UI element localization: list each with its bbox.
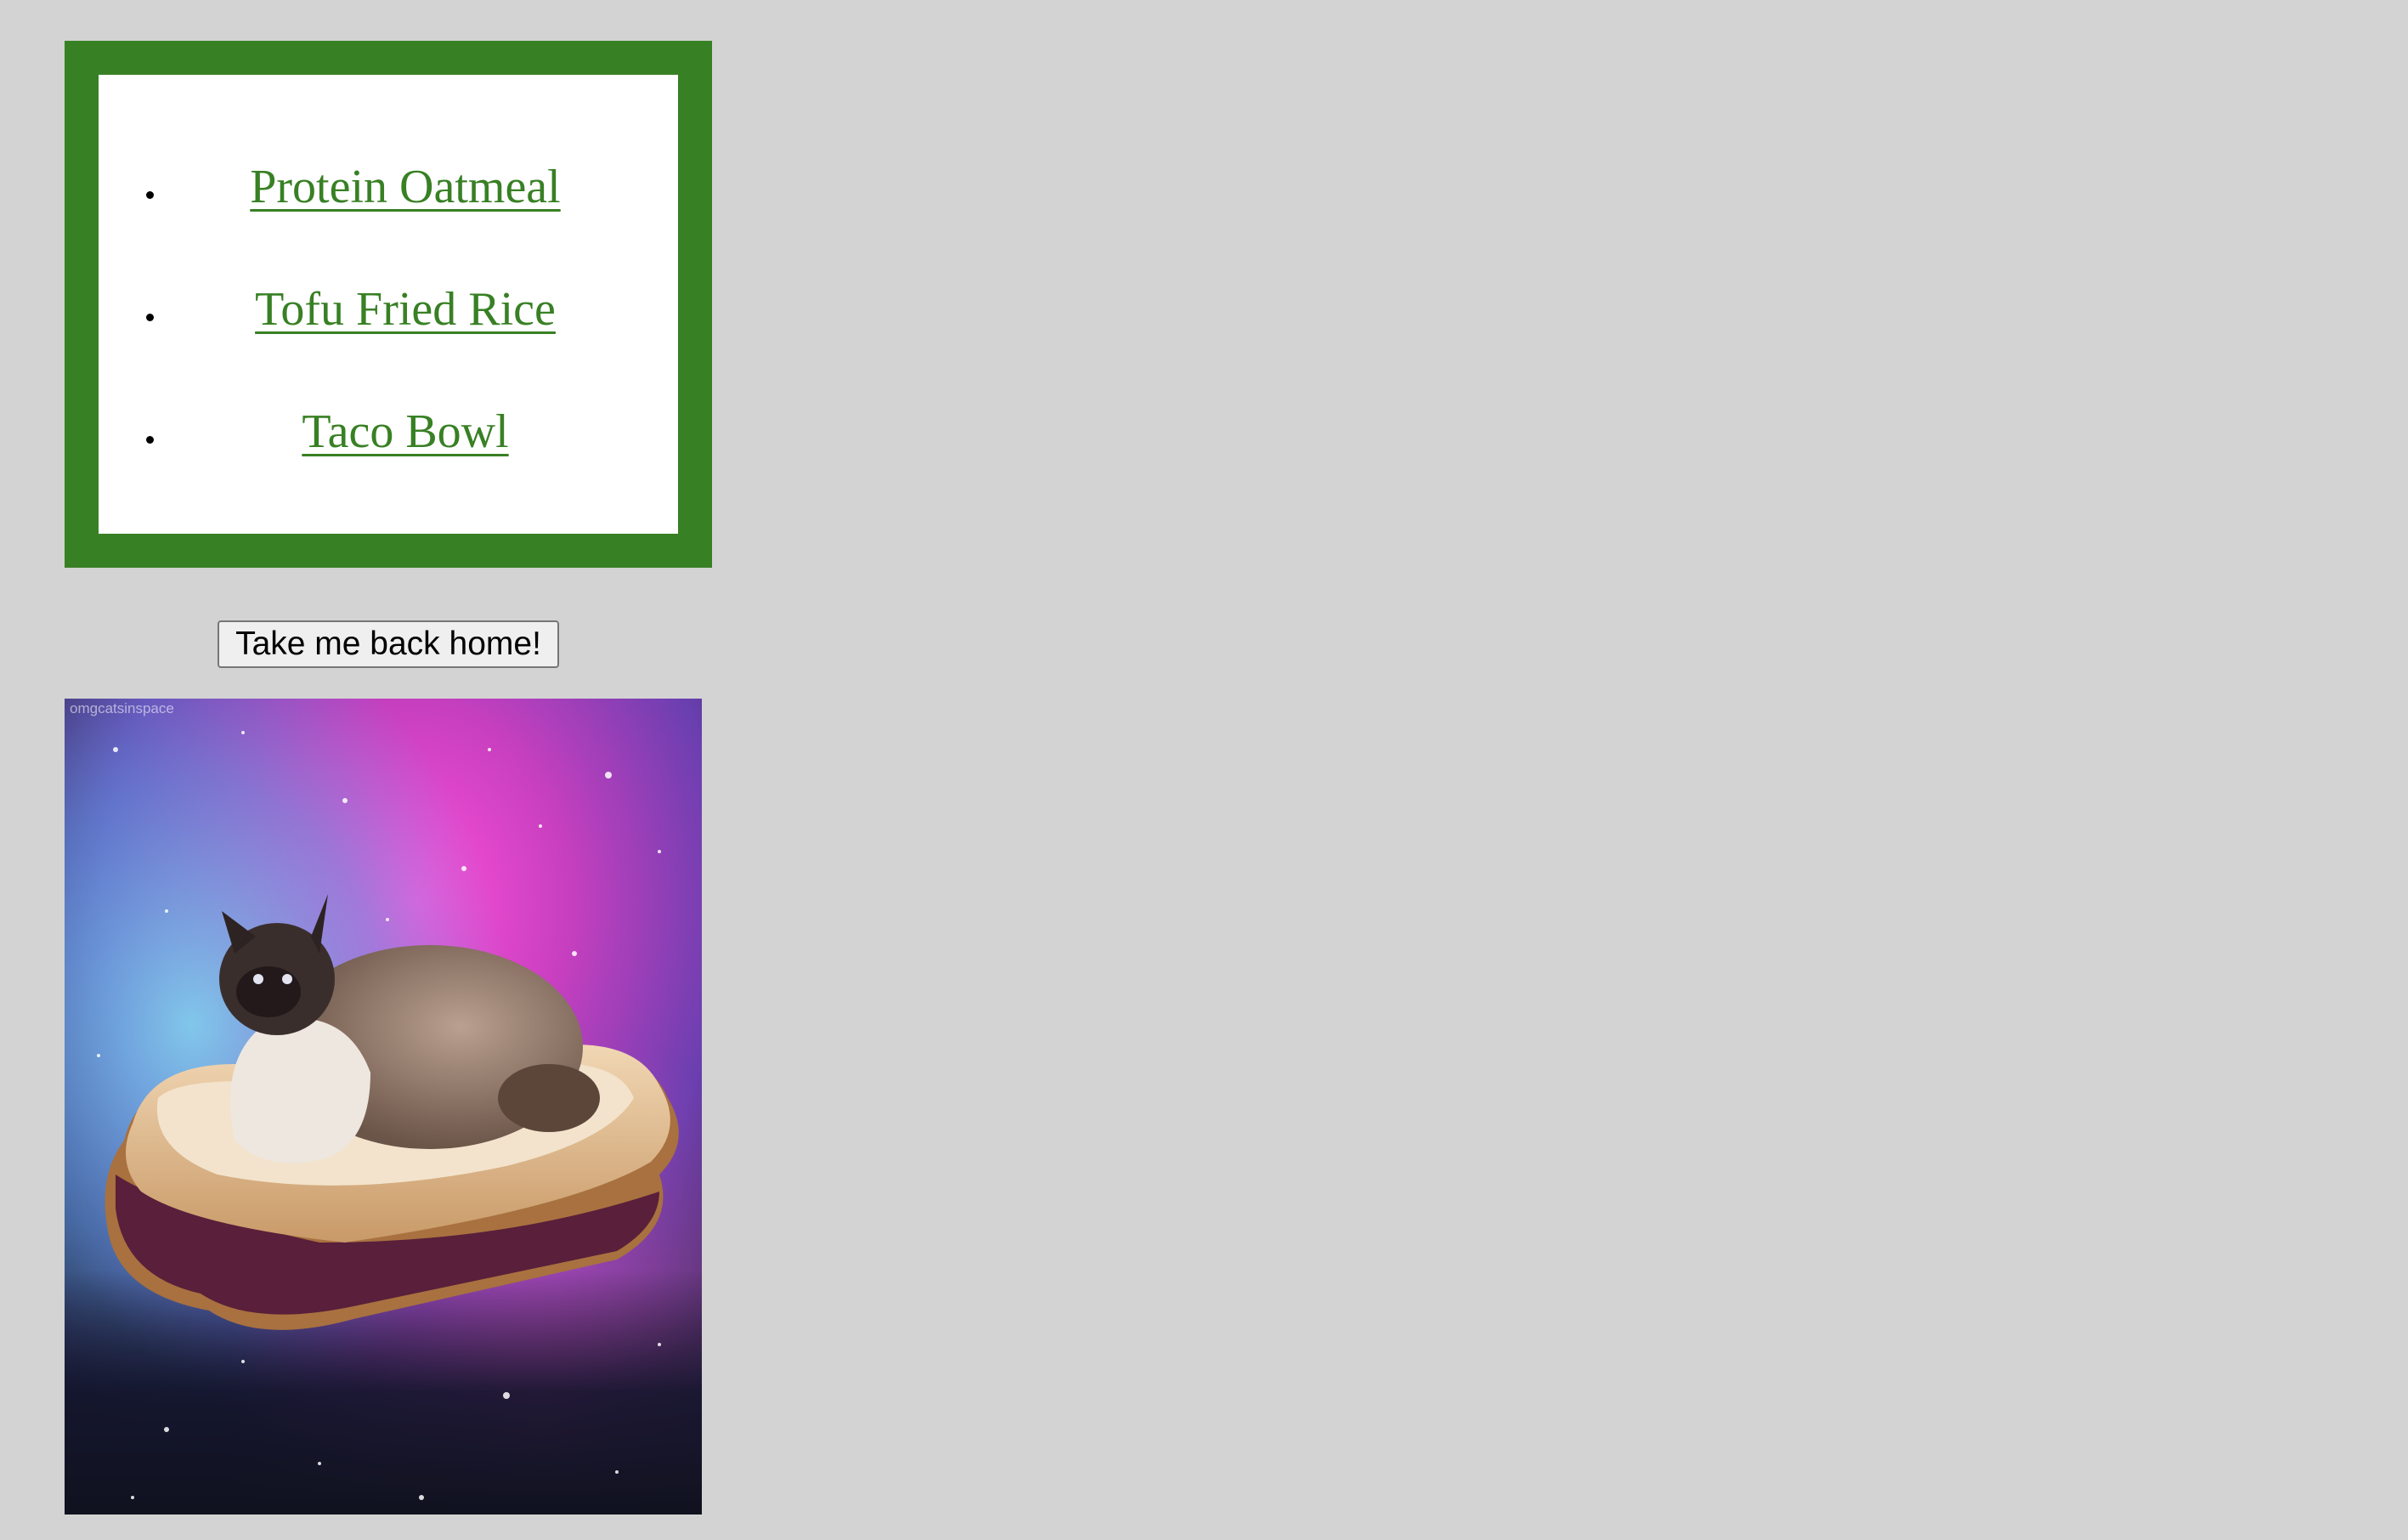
home-button[interactable]: Take me back home! <box>218 620 559 668</box>
list-item: Taco Bowl <box>167 371 678 493</box>
recipe-menu-box: Protein Oatmeal Tofu Fried Rice Taco Bow… <box>65 41 712 568</box>
image-watermark: omgcatsinspace <box>70 700 174 716</box>
cat-space-sandwich-image: omgcatsinspace <box>65 699 702 1515</box>
page: Protein Oatmeal Tofu Fried Rice Taco Bow… <box>0 0 2408 1540</box>
cat-space-illustration <box>65 699 702 1515</box>
list-item: Protein Oatmeal <box>167 126 678 248</box>
recipe-link-taco-bowl[interactable]: Taco Bowl <box>302 405 508 458</box>
list-item: Tofu Fried Rice <box>167 248 678 371</box>
recipe-link-protein-oatmeal[interactable]: Protein Oatmeal <box>250 161 560 213</box>
recipe-list: Protein Oatmeal Tofu Fried Rice Taco Bow… <box>99 126 678 493</box>
recipe-link-tofu-fried-rice[interactable]: Tofu Fried Rice <box>255 283 556 336</box>
